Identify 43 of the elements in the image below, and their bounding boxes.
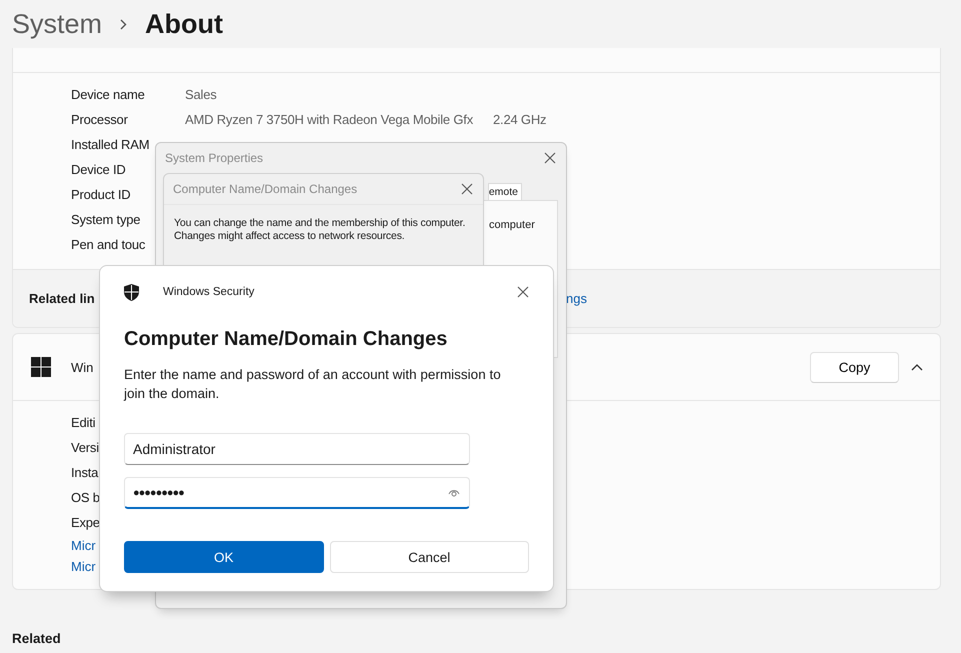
dialog-title: Computer Name/Domain Changes xyxy=(124,328,448,351)
copy-button[interactable]: Copy xyxy=(810,352,899,382)
close-icon[interactable] xyxy=(461,183,473,195)
spec-label: System type xyxy=(71,212,140,227)
spec-value: 2.24 GHz xyxy=(493,112,546,127)
tab[interactable]: emote xyxy=(488,183,522,200)
window-title: Computer Name/Domain Changes xyxy=(173,182,358,196)
spec-label: Insta xyxy=(71,465,98,480)
app-name: Windows Security xyxy=(163,286,256,298)
breadcrumb-item[interactable]: About xyxy=(145,8,223,40)
chevron-up-icon[interactable] xyxy=(911,363,923,371)
section-title: Win xyxy=(71,360,94,374)
agreement-link[interactable]: Micr xyxy=(71,538,96,553)
dialog-message: You can change the name and the membership of this computer. Changes might affect access to network resources. xyxy=(174,217,466,243)
spec-label: Installed RAM xyxy=(71,137,150,152)
close-icon[interactable] xyxy=(544,152,556,164)
spec-label: Device name xyxy=(71,87,145,102)
username-field[interactable]: Administrator xyxy=(124,433,470,465)
close-icon[interactable] xyxy=(517,286,529,298)
spec-label: Expe xyxy=(71,515,100,530)
panel-text: computer xyxy=(489,219,536,231)
section-heading: Related xyxy=(12,631,62,646)
spec-value: Sales xyxy=(185,87,217,102)
spec-value: AMD Ryzen 7 3750H with Radeon Vega Mobile Gfx xyxy=(185,112,473,127)
shield-icon xyxy=(124,284,139,300)
password-field[interactable]: ●●●●●●●●● xyxy=(124,477,470,509)
cancel-button[interactable]: Cancel xyxy=(330,541,529,573)
window-title: System Properties xyxy=(165,151,264,165)
spec-label: Product ID xyxy=(71,187,130,202)
related-links-label: Related lin xyxy=(29,291,95,306)
settings-link[interactable]: ngs xyxy=(566,291,587,306)
spec-label: Editi xyxy=(71,415,96,430)
windows-logo-icon xyxy=(31,357,51,377)
eye-icon[interactable] xyxy=(448,488,460,498)
chevron-right-icon xyxy=(120,18,128,30)
spec-label: Pen and touc xyxy=(71,237,146,252)
agreement-link[interactable]: Micr xyxy=(71,559,96,574)
spec-label: Processor xyxy=(71,112,128,127)
dialog-message: Enter the name and password of an account with permission to join the domain. xyxy=(124,366,502,403)
spec-label: Versi xyxy=(71,440,99,455)
spec-label: Device ID xyxy=(71,162,126,177)
ok-button[interactable]: OK xyxy=(124,541,324,573)
breadcrumb-item[interactable]: System xyxy=(12,8,102,40)
